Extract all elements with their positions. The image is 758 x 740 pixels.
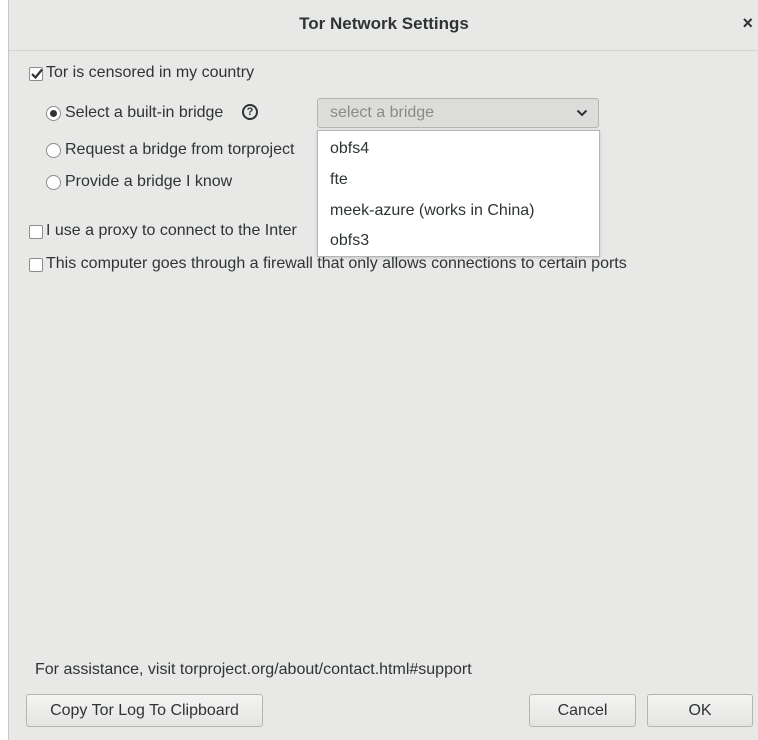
bridge-option-fte[interactable]: fte bbox=[330, 170, 348, 190]
dialog-title: Tor Network Settings bbox=[299, 14, 469, 33]
bridge-option-meek-azure[interactable]: meek-azure (works in China) bbox=[330, 201, 535, 221]
assistance-text: For assistance, visit torproject.org/abo… bbox=[35, 661, 472, 678]
bridge-option-obfs3[interactable]: obfs3 bbox=[330, 231, 369, 251]
proxy-checkbox[interactable] bbox=[29, 225, 43, 239]
ok-button[interactable]: OK bbox=[647, 694, 753, 727]
firewall-checkbox[interactable] bbox=[29, 258, 43, 272]
check-icon bbox=[31, 68, 43, 80]
radio-selected-dot bbox=[50, 110, 57, 117]
bridge-select-placeholder: select a bridge bbox=[330, 104, 435, 121]
provide-bridge-label[interactable]: Provide a bridge I know bbox=[65, 172, 232, 192]
cancel-button[interactable]: Cancel bbox=[529, 694, 636, 727]
help-icon[interactable]: ? bbox=[242, 104, 258, 120]
bridge-option-obfs4[interactable]: obfs4 bbox=[330, 139, 369, 159]
builtin-bridge-radio[interactable] bbox=[46, 106, 61, 121]
chevron-down-icon bbox=[576, 109, 588, 117]
bridge-select[interactable]: select a bridge bbox=[317, 98, 599, 128]
request-bridge-label[interactable]: Request a bridge from torproject bbox=[65, 140, 294, 160]
censored-label[interactable]: Tor is censored in my country bbox=[46, 63, 254, 83]
provide-bridge-radio[interactable] bbox=[46, 175, 61, 190]
request-bridge-radio[interactable] bbox=[46, 143, 61, 158]
firewall-label[interactable]: This computer goes through a firewall th… bbox=[46, 254, 627, 274]
tor-network-settings-dialog: Tor Network Settings × Tor is censored i… bbox=[8, 0, 758, 740]
copy-log-button[interactable]: Copy Tor Log To Clipboard bbox=[26, 694, 263, 727]
title-bar: Tor Network Settings × bbox=[9, 0, 758, 51]
proxy-label[interactable]: I use a proxy to connect to the Inter bbox=[46, 221, 297, 241]
censored-checkbox[interactable] bbox=[29, 67, 43, 81]
close-icon[interactable]: × bbox=[742, 13, 753, 34]
builtin-bridge-label[interactable]: Select a built-in bridge bbox=[65, 103, 223, 123]
bridge-dropdown-menu: obfs4 fte meek-azure (works in China) ob… bbox=[317, 130, 600, 257]
